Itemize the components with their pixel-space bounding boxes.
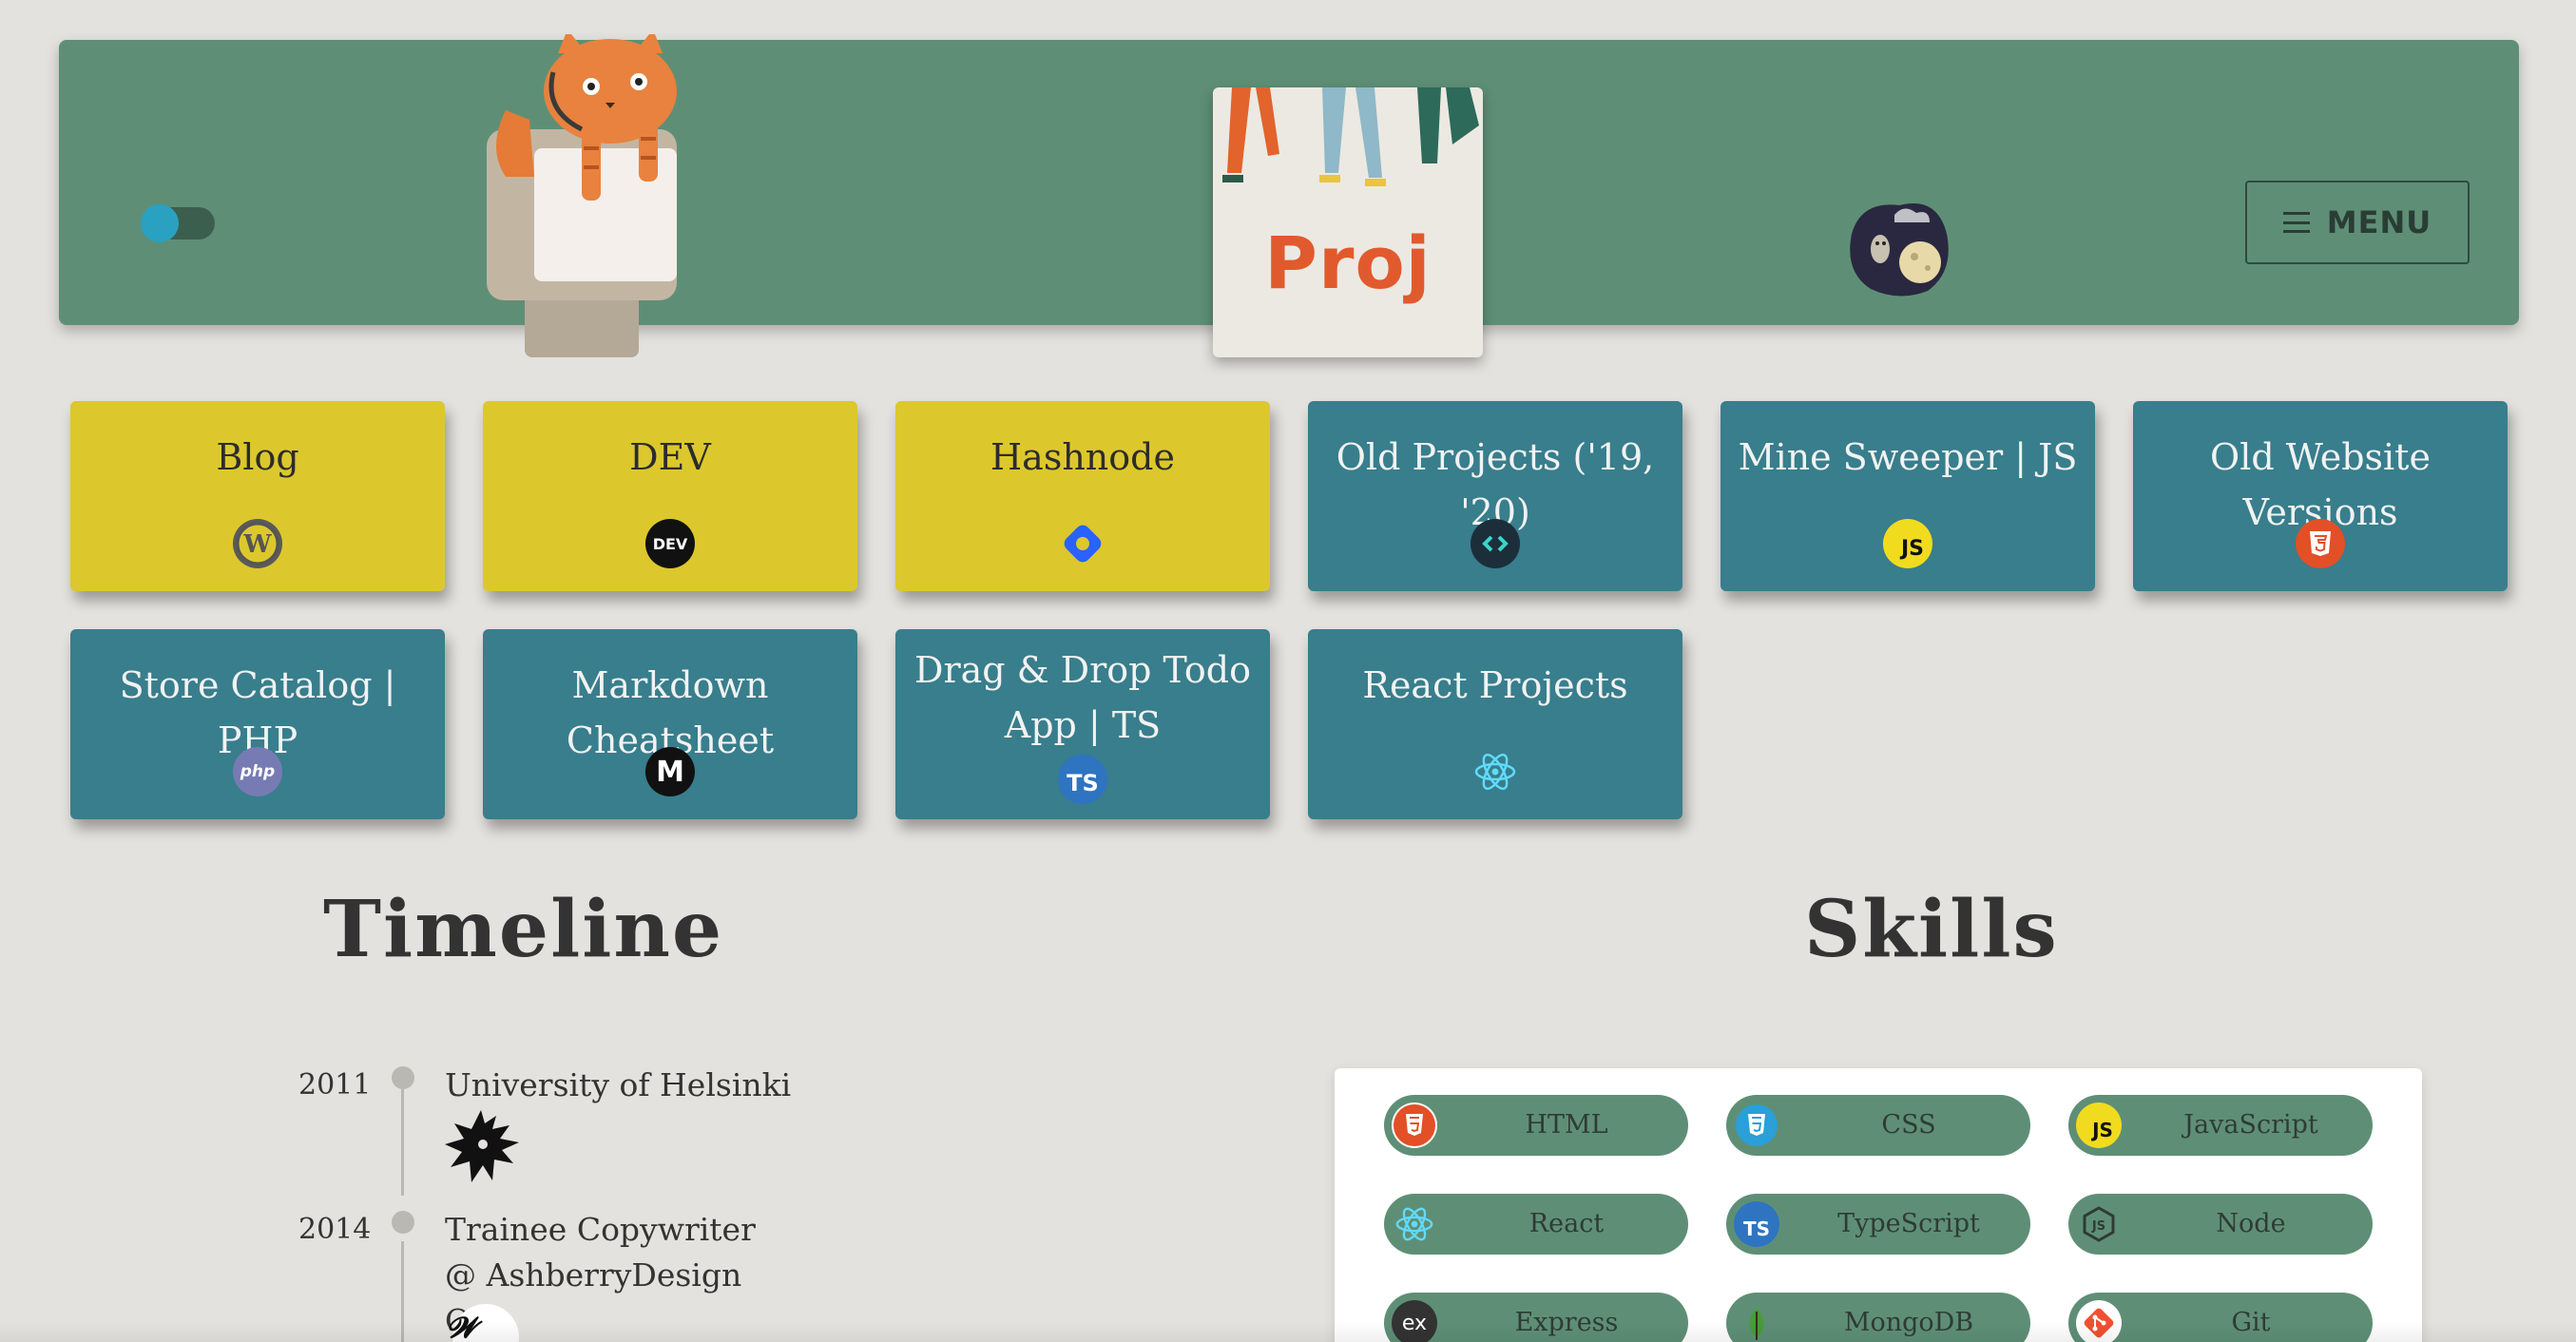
owl-moon-illustration <box>1850 203 1949 297</box>
javascript-icon: JS <box>1883 519 1932 568</box>
toggle-knob[interactable] <box>141 204 179 242</box>
html5-icon <box>2296 519 2345 568</box>
skill-name: JavaScript <box>2183 1110 2318 1140</box>
css3-icon <box>1734 1102 1779 1148</box>
project-tile-react-projects[interactable]: React Projects <box>1308 629 1682 819</box>
project-tile-old-website-versions[interactable]: Old Website Versions <box>2133 401 2508 591</box>
project-tile-mine-sweeper[interactable]: Mine Sweeper | JS JS <box>1721 401 2095 591</box>
timeline-year: 2014 <box>298 1213 372 1246</box>
skill-pill: JS JavaScript <box>2068 1095 2373 1156</box>
skill-pill: HTML <box>1384 1095 1688 1156</box>
skill-pill: TS TypeScript <box>1726 1194 2030 1255</box>
skill-name: Node <box>2216 1209 2286 1238</box>
project-tile-label: Drag & Drop Todo App | TS <box>914 649 1251 746</box>
hashnode-icon <box>1058 519 1107 568</box>
hamburger-icon <box>2282 212 2310 233</box>
code-icon <box>1471 519 1520 568</box>
menu-button[interactable]: MENU <box>2245 181 2470 264</box>
site-header: Proj MENU <box>59 34 2519 357</box>
markdown-icon: M <box>645 747 695 796</box>
timeline-year: 2011 <box>298 1068 372 1102</box>
timeline-title: Timeline <box>323 884 724 975</box>
bottom-fade <box>0 1321 2576 1342</box>
svg-text:W: W <box>242 530 272 559</box>
skill-name: TypeScript <box>1837 1209 1980 1238</box>
skill-pill: React <box>1384 1194 1688 1255</box>
html5-icon <box>1392 1102 1437 1148</box>
timeline-line <box>401 1082 404 1196</box>
dev-icon: DEV <box>645 519 695 568</box>
theme-toggle[interactable] <box>141 204 215 242</box>
skill-name: React <box>1528 1209 1605 1238</box>
project-tile-markdown-cheatsheet[interactable]: Markdown Cheatsheet M <box>483 629 857 819</box>
skill-pill: JS Node <box>2068 1194 2373 1255</box>
skills-panel: HTML CSS JS JavaScript React TS TypeScri… <box>1335 1068 2422 1342</box>
skill-name: CSS <box>1881 1110 1936 1140</box>
project-tile-hashnode[interactable]: Hashnode <box>895 401 1270 591</box>
dancing-legs-illustration <box>1222 87 1479 186</box>
menu-label: MENU <box>2326 204 2432 240</box>
cat-computer-illustration <box>487 34 677 357</box>
timeline-entry-text: University of Helsinki <box>445 1066 792 1103</box>
typescript-icon: TS <box>1058 755 1107 804</box>
proj-card-title: Proj <box>1264 220 1432 305</box>
skill-name: HTML <box>1525 1110 1608 1140</box>
project-tile-old-projects[interactable]: Old Projects ('19, '20) <box>1308 401 1682 591</box>
university-logo-icon <box>445 1110 519 1182</box>
project-tile-dev[interactable]: DEV DEV <box>483 401 857 591</box>
wordpress-icon: W <box>233 519 282 568</box>
svg-text:JS: JS <box>2091 1219 2105 1234</box>
react-icon <box>1471 747 1520 796</box>
project-tile-store-catalog[interactable]: Store Catalog | PHP php <box>70 629 445 819</box>
skill-pill: CSS <box>1726 1095 2030 1156</box>
project-tile-label: Hashnode <box>990 436 1175 478</box>
project-tile-label: DEV <box>629 436 711 478</box>
nodejs-icon: JS <box>2076 1201 2122 1247</box>
projects-hero-card: Proj <box>1213 87 1483 357</box>
project-tile-label: Blog <box>216 436 299 478</box>
project-tile-label: React Projects <box>1362 664 1628 706</box>
javascript-icon: JS <box>2076 1102 2122 1148</box>
skills-title: Skills <box>1804 884 2059 975</box>
timeline-dot <box>392 1211 414 1234</box>
typescript-icon: TS <box>1734 1201 1779 1247</box>
php-icon: php <box>233 747 282 796</box>
project-tile-todo-app[interactable]: Drag & Drop Todo App | TS TS <box>895 629 1270 819</box>
project-tile-blog[interactable]: Blog W <box>70 401 445 591</box>
project-tile-label: Mine Sweeper | JS <box>1738 436 2078 478</box>
timeline-dot <box>392 1066 414 1089</box>
react-icon <box>1392 1201 1437 1247</box>
